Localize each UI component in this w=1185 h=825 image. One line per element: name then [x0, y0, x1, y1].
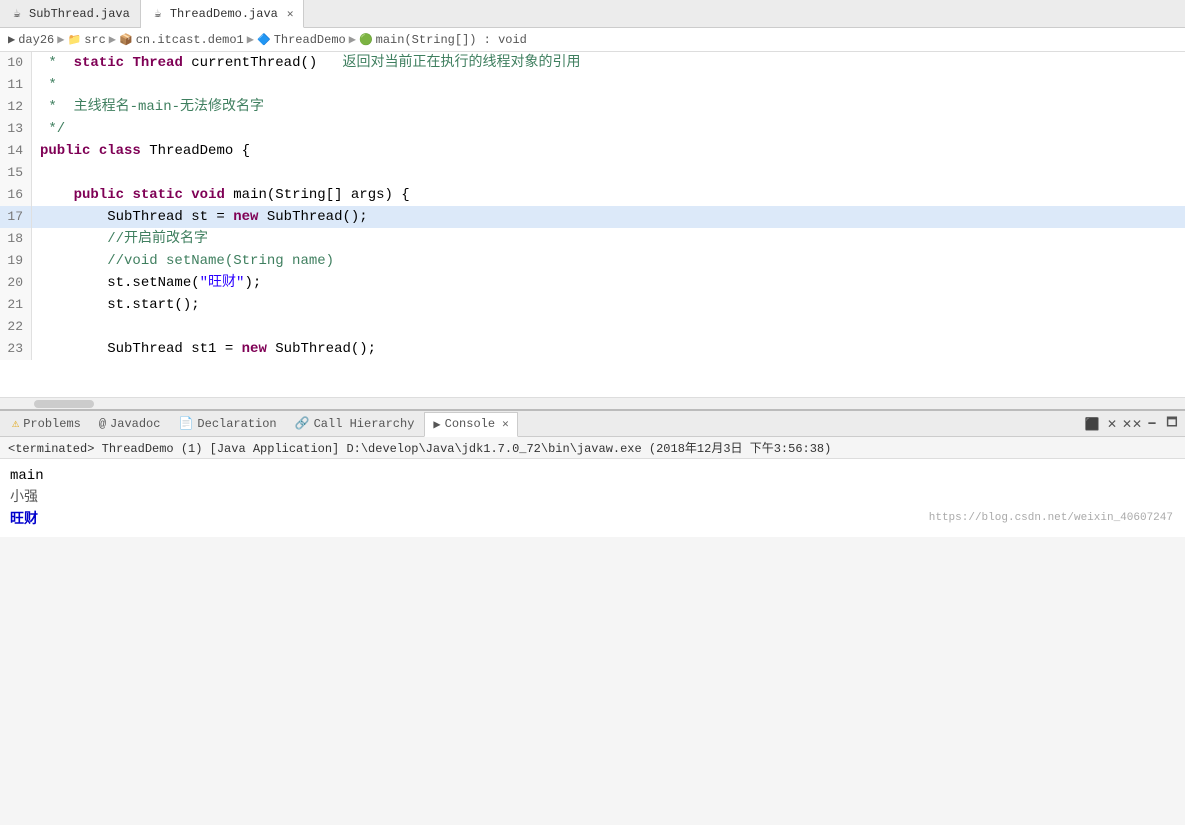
scrollbar-thumb[interactable]: [34, 400, 94, 408]
code-content-10: * static Thread currentThread() 返回对当前正在执…: [32, 52, 1185, 74]
tab-subthread[interactable]: ☕ SubThread.java: [0, 0, 141, 27]
code-content-14: public class ThreadDemo {: [32, 140, 1185, 162]
code-content-23: SubThread st1 = new SubThread();: [32, 338, 1185, 360]
code-content-20: st.setName("旺财");: [32, 272, 1185, 294]
java-file-icon-2: ☕: [151, 7, 165, 21]
declaration-icon: 📄: [178, 416, 193, 431]
line-number-19: 19: [0, 250, 32, 272]
code-content-11: *: [32, 74, 1185, 96]
line-number-23: 23: [0, 338, 32, 360]
tab-close-icon[interactable]: ✕: [287, 7, 294, 21]
java-file-icon: ☕: [10, 7, 24, 21]
callhierarchy-icon: 🔗: [295, 416, 310, 431]
code-line-11: 11 *: [0, 74, 1185, 96]
code-line-10: 10 * static Thread currentThread() 返回对当前…: [0, 52, 1185, 74]
code-line-17: 17 SubThread st = new SubThread();: [0, 206, 1185, 228]
tab-declaration-label: Declaration: [197, 417, 276, 431]
tab-console[interactable]: ▶ Console ✕: [424, 412, 517, 437]
code-editor[interactable]: 10 * static Thread currentThread() 返回对当前…: [0, 52, 1185, 397]
code-content-13: */: [32, 118, 1185, 140]
tab-problems[interactable]: ⚠ Problems: [4, 411, 89, 436]
console-actions: ⬛ ✕ ✕✕ 🗕 🗖: [1083, 415, 1185, 433]
editor-horizontal-scrollbar[interactable]: [0, 397, 1185, 409]
line-number-10: 10: [0, 52, 32, 74]
console-status: <terminated> ThreadDemo (1) [Java Applic…: [0, 437, 1185, 459]
minimize-button[interactable]: 🗕: [1143, 415, 1161, 433]
console-line-xq: 小强: [10, 487, 1175, 509]
breadcrumb-package[interactable]: 📦 cn.itcast.demo1: [119, 33, 244, 47]
remove-all-button[interactable]: ✕✕: [1123, 415, 1141, 433]
console-icon: ▶: [433, 417, 440, 432]
console-output: main 小强 旺财 https://blog.csdn.net/weixin_…: [0, 459, 1185, 537]
code-line-12: 12 * 主线程名-main-无法修改名字: [0, 96, 1185, 118]
code-line-21: 21 st.start();: [0, 294, 1185, 316]
code-line-13: 13 */: [0, 118, 1185, 140]
line-number-20: 20: [0, 272, 32, 294]
code-content-12: * 主线程名-main-无法修改名字: [32, 96, 1185, 118]
tab-javadoc[interactable]: @ Javadoc: [91, 411, 169, 436]
line-number-13: 13: [0, 118, 32, 140]
breadcrumb-src[interactable]: 📁 src: [67, 33, 105, 47]
stop-button[interactable]: ⬛: [1083, 415, 1101, 433]
line-number-12: 12: [0, 96, 32, 118]
code-content-19: //void setName(String name): [32, 250, 1185, 272]
console-line-main: main: [10, 465, 1175, 487]
breadcrumb-class[interactable]: 🔷 ThreadDemo: [257, 33, 346, 47]
code-line-19: 19 //void setName(String name): [0, 250, 1185, 272]
code-content-16: public static void main(String[] args) {: [32, 184, 1185, 206]
line-number-14: 14: [0, 140, 32, 162]
code-content-21: st.start();: [32, 294, 1185, 316]
tab-subthread-label: SubThread.java: [29, 7, 130, 21]
bottom-panel: ⚠ Problems @ Javadoc 📄 Declaration 🔗 Cal…: [0, 409, 1185, 537]
code-line-18: 18 //开启前改名字: [0, 228, 1185, 250]
tab-threaddemo[interactable]: ☕ ThreadDemo.java ✕: [141, 0, 305, 28]
maximize-button[interactable]: 🗖: [1163, 415, 1181, 433]
tab-problems-label: Problems: [23, 417, 81, 431]
watermark: https://blog.csdn.net/weixin_40607247: [929, 507, 1173, 529]
code-line-23: 23 SubThread st1 = new SubThread();: [0, 338, 1185, 360]
code-line-16: 16 public static void main(String[] args…: [0, 184, 1185, 206]
code-line-20: 20 st.setName("旺财");: [0, 272, 1185, 294]
line-number-18: 18: [0, 228, 32, 250]
editor-tab-bar: ☕ SubThread.java ☕ ThreadDemo.java ✕: [0, 0, 1185, 28]
breadcrumb: ▶ day26 ▶ 📁 src ▶ 📦 cn.itcast.demo1 ▶ 🔷 …: [0, 28, 1185, 52]
breadcrumb-icon-folder: ▶: [8, 32, 15, 47]
code-content-17: SubThread st = new SubThread();: [32, 206, 1185, 228]
breadcrumb-day26[interactable]: day26: [18, 33, 54, 47]
line-number-16: 16: [0, 184, 32, 206]
code-line-22: 22: [0, 316, 1185, 338]
code-content-22: [32, 316, 1185, 338]
line-number-11: 11: [0, 74, 32, 96]
bottom-tab-bar: ⚠ Problems @ Javadoc 📄 Declaration 🔗 Cal…: [0, 411, 1185, 437]
tab-callhierarchy[interactable]: 🔗 Call Hierarchy: [287, 411, 423, 436]
line-number-15: 15: [0, 162, 32, 184]
code-line-14: 14 public class ThreadDemo {: [0, 140, 1185, 162]
tab-console-close-icon[interactable]: ✕: [502, 417, 509, 431]
line-number-21: 21: [0, 294, 32, 316]
line-number-17: 17: [0, 206, 32, 228]
breadcrumb-method[interactable]: 🟢 main(String[]) : void: [359, 33, 527, 47]
line-number-22: 22: [0, 316, 32, 338]
tab-javadoc-label: Javadoc: [110, 417, 160, 431]
code-line-15: 15: [0, 162, 1185, 184]
tab-callhierarchy-label: Call Hierarchy: [314, 417, 415, 431]
remove-button[interactable]: ✕: [1103, 415, 1121, 433]
javadoc-icon: @: [99, 417, 106, 431]
tab-threaddemo-label: ThreadDemo.java: [170, 7, 278, 21]
code-content-15: [32, 162, 1185, 184]
tab-console-label: Console: [445, 417, 495, 431]
tab-declaration[interactable]: 📄 Declaration: [170, 411, 284, 436]
problems-icon: ⚠: [12, 416, 19, 431]
code-content-18: //开启前改名字: [32, 228, 1185, 250]
code-lines: 10 * static Thread currentThread() 返回对当前…: [0, 52, 1185, 360]
